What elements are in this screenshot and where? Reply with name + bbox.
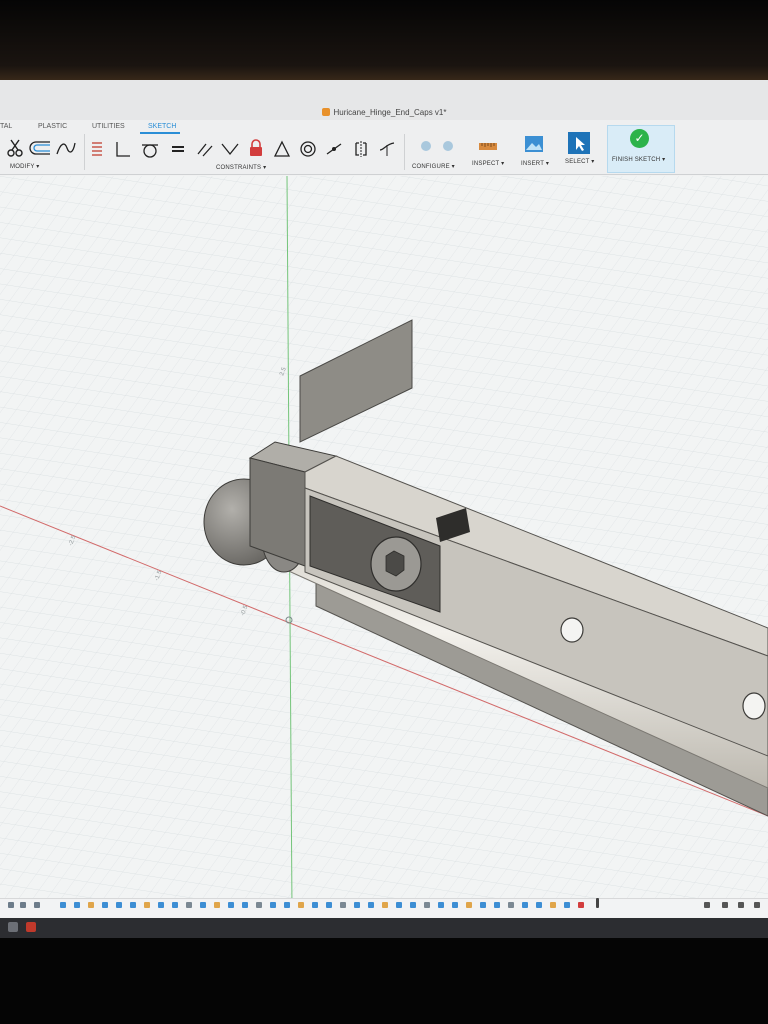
tab-plastic[interactable]: PLASTIC xyxy=(38,123,67,130)
symmetry-icon[interactable] xyxy=(352,140,370,158)
zoom-icon[interactable] xyxy=(754,902,760,908)
timeline-feature-icon[interactable] xyxy=(102,902,108,908)
timeline-feature-icon[interactable] xyxy=(522,902,528,908)
dimension-icon[interactable] xyxy=(90,140,104,158)
document-title: Huricane_Hinge_End_Caps v1* xyxy=(0,108,768,117)
select-group-label[interactable]: SELECT ▾ xyxy=(565,158,595,165)
concentric-icon[interactable] xyxy=(299,140,317,158)
timeline-feature-icon[interactable] xyxy=(88,902,94,908)
timeline-feature-icon[interactable] xyxy=(116,902,122,908)
timeline-feature-icon[interactable] xyxy=(368,902,374,908)
timeline-feature-icon[interactable] xyxy=(186,902,192,908)
tab-sketch[interactable]: SKETCH xyxy=(148,123,176,130)
timeline-feature-icon[interactable] xyxy=(158,902,164,908)
timeline-feature-icon[interactable] xyxy=(228,902,234,908)
select-icon[interactable] xyxy=(567,131,591,155)
active-tab-indicator xyxy=(140,132,180,134)
timeline-feature-icon[interactable] xyxy=(172,902,178,908)
timeline-feature-icon[interactable] xyxy=(536,902,542,908)
timeline-feature-icon[interactable] xyxy=(396,902,402,908)
timeline-feature-icon[interactable] xyxy=(564,902,570,908)
configure-icon[interactable] xyxy=(416,138,460,154)
timeline-feature-icon[interactable] xyxy=(424,902,430,908)
collinear-icon[interactable] xyxy=(220,140,240,158)
timeline-feature-icon[interactable] xyxy=(340,902,346,908)
constraints-group-label[interactable]: CONSTRAINTS ▾ xyxy=(216,164,266,171)
title-bar: Huricane_Hinge_End_Caps v1* xyxy=(0,80,768,121)
timeline-feature-icon[interactable] xyxy=(270,902,276,908)
tangent-icon[interactable] xyxy=(140,140,160,158)
timeline-feature-icon[interactable] xyxy=(438,902,444,908)
timeline-feature-icon[interactable] xyxy=(382,902,388,908)
modify-group-label[interactable]: MODIFY ▾ xyxy=(10,163,40,170)
inspect-group-label[interactable]: INSPECT ▾ xyxy=(472,160,504,167)
pan-icon[interactable] xyxy=(738,902,744,908)
timeline-feature-icon[interactable] xyxy=(452,902,458,908)
insert-image-icon[interactable] xyxy=(524,135,544,153)
configure-group-label[interactable]: CONFIGURE ▾ xyxy=(412,163,455,170)
timeline-feature-icon[interactable] xyxy=(284,902,290,908)
timeline-feature-icon[interactable] xyxy=(130,902,136,908)
timeline-feature-icon[interactable] xyxy=(312,902,318,908)
finish-sketch-label[interactable]: FINISH SKETCH ▾ xyxy=(612,156,665,163)
timeline-feature-icon[interactable] xyxy=(354,902,360,908)
fit-icon[interactable] xyxy=(722,902,728,908)
timeline-feature-icon[interactable] xyxy=(550,902,556,908)
tab-tal[interactable]: TAL xyxy=(0,123,12,130)
checkmark-icon: ✓ xyxy=(630,129,649,148)
toolbar-separator xyxy=(84,134,85,170)
midpoint-icon[interactable] xyxy=(325,140,343,158)
curvature-icon[interactable] xyxy=(378,140,396,158)
timeline-feature-icon[interactable] xyxy=(144,902,150,908)
timeline-feature-icon[interactable] xyxy=(508,902,514,908)
timeline-feature-icon[interactable] xyxy=(256,902,262,908)
timeline-feature-icon[interactable] xyxy=(242,902,248,908)
lock-icon[interactable] xyxy=(247,138,265,158)
insert-group-label[interactable]: INSERT ▾ xyxy=(521,160,549,167)
monitor-bezel-bottom xyxy=(0,938,768,1024)
timeline-back-icon[interactable] xyxy=(20,902,26,908)
timeline-feature-icon[interactable] xyxy=(466,902,472,908)
timeline-feature-icon[interactable] xyxy=(494,902,500,908)
scissors-icon[interactable] xyxy=(6,138,24,158)
parallel-icon[interactable] xyxy=(196,140,214,158)
triangle-icon[interactable] xyxy=(273,140,291,158)
timeline-feature-icon[interactable] xyxy=(480,902,486,908)
timeline-feature-icon[interactable] xyxy=(214,902,220,908)
perpendicular-icon[interactable] xyxy=(114,140,132,158)
timeline-play-icon[interactable] xyxy=(34,902,40,908)
timeline-start-icon[interactable] xyxy=(8,902,14,908)
timeline-feature-icon[interactable] xyxy=(578,902,584,908)
os-taskbar xyxy=(0,918,768,938)
timeline-feature-icon[interactable] xyxy=(298,902,304,908)
taskbar-app-icon[interactable] xyxy=(26,922,36,932)
timeline-feature-icon[interactable] xyxy=(410,902,416,908)
toolbar-separator xyxy=(404,134,405,170)
rail-hole xyxy=(560,617,584,643)
timeline-feature-icon[interactable] xyxy=(326,902,332,908)
measure-icon[interactable] xyxy=(478,137,498,155)
timeline-feature-icon[interactable] xyxy=(60,902,66,908)
sketch-viewport[interactable]: 2.5 -2.5 -1.5 -0.5 xyxy=(0,176,768,910)
timeline-feature-icon[interactable] xyxy=(200,902,206,908)
fusion-window: Huricane_Hinge_End_Caps v1* TAL PLASTIC … xyxy=(0,80,768,938)
tab-utilities[interactable]: UTILITIES xyxy=(92,123,125,130)
document-title-text: Huricane_Hinge_End_Caps v1* xyxy=(333,108,447,117)
equal-icon[interactable] xyxy=(170,142,186,156)
start-button-icon[interactable] xyxy=(8,922,18,932)
orbit-icon[interactable] xyxy=(704,902,710,908)
offset-icon[interactable] xyxy=(28,140,52,156)
rail-hole xyxy=(742,692,766,720)
hex-socket-icon xyxy=(385,550,405,577)
document-icon xyxy=(321,108,330,116)
timeline-feature-icon[interactable] xyxy=(74,902,80,908)
timeline-marker-icon[interactable] xyxy=(596,898,599,908)
monitor-bezel-top xyxy=(0,0,768,82)
spline-icon[interactable] xyxy=(55,140,77,156)
